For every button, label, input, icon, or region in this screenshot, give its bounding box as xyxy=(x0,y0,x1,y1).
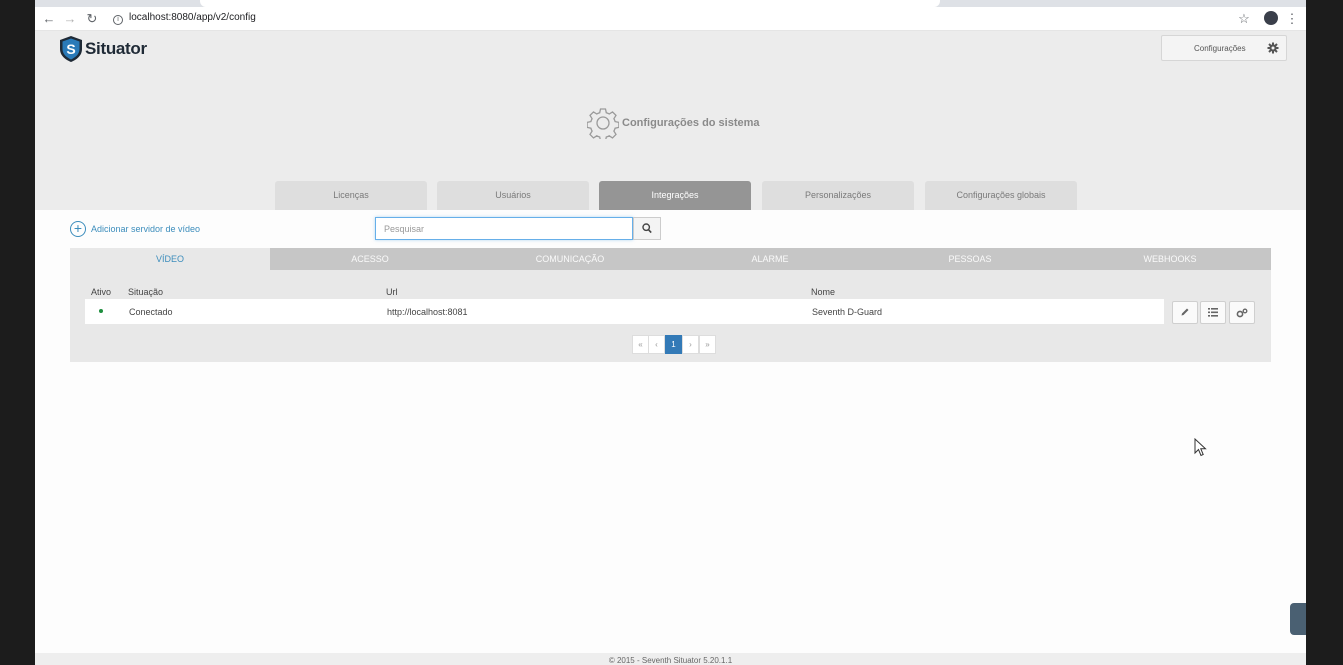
sub-tab-bar: VÍDEO ACESSO COMUNICAÇÃO ALARME PESSOAS … xyxy=(70,248,1271,270)
footer: © 2015 - Seventh Situator 5.20.1.1 xyxy=(35,653,1306,665)
gears-icon xyxy=(1236,308,1248,318)
tab-video[interactable]: VÍDEO xyxy=(70,248,270,270)
page-next-button[interactable]: › xyxy=(682,335,699,354)
table-row[interactable]: Conectado http://localhost:8081 Seventh … xyxy=(85,299,1164,324)
bookmark-star-icon[interactable]: ☆ xyxy=(1236,11,1252,27)
tab-configuracoes-globais[interactable]: Configurações globais xyxy=(925,181,1077,210)
settings-button[interactable] xyxy=(1229,301,1255,324)
tab-personalizacoes[interactable]: Personalizações xyxy=(762,181,914,210)
browser-window: ← → ↻ i localhost:8080/app/v2/config ☆ ⋮ … xyxy=(35,0,1306,665)
page-first-button[interactable]: « xyxy=(632,335,649,354)
plus-circle-icon: + xyxy=(70,221,86,237)
app-header: S Situator Configurações Configurações d… xyxy=(35,31,1306,210)
tab-webhooks[interactable]: WEBHOOKS xyxy=(1070,248,1270,270)
name-cell: Seventh D-Guard xyxy=(812,307,883,317)
page-prev-button[interactable]: ‹ xyxy=(648,335,665,354)
tab-usuarios[interactable]: Usuários xyxy=(437,181,589,210)
browser-tab[interactable] xyxy=(200,0,940,7)
logo-text: Situator xyxy=(85,39,147,58)
page-title-text: Configurações do sistema xyxy=(622,117,760,129)
browser-menu-icon[interactable]: ⋮ xyxy=(1284,11,1300,27)
column-header-situacao[interactable]: Situação xyxy=(128,287,163,297)
column-header-url[interactable]: Url xyxy=(386,287,398,297)
address-bar[interactable]: i localhost:8080/app/v2/config xyxy=(113,12,256,25)
status-cell: Conectado xyxy=(129,307,173,317)
configurations-label: Configurações xyxy=(1194,44,1246,53)
details-button[interactable] xyxy=(1200,301,1226,324)
page-last-button[interactable]: » xyxy=(699,335,716,354)
tab-integracoes[interactable]: Integrações xyxy=(599,181,751,210)
tab-comunicacao[interactable]: COMUNICAÇÃO xyxy=(470,248,670,270)
tab-acesso[interactable]: ACESSO xyxy=(270,248,470,270)
integrations-panel: VÍDEO ACESSO COMUNICAÇÃO ALARME PESSOAS … xyxy=(70,248,1271,362)
gear-outline-icon xyxy=(587,108,619,139)
svg-text:S: S xyxy=(66,41,75,57)
mouse-cursor-icon xyxy=(1194,438,1207,457)
search-button[interactable] xyxy=(633,217,661,240)
column-header-nome[interactable]: Nome xyxy=(811,287,835,297)
add-video-server-label: Adicionar servidor de vídeo xyxy=(91,224,201,234)
search-icon xyxy=(642,223,652,234)
browser-toolbar: ← → ↻ i localhost:8080/app/v2/config ☆ ⋮ xyxy=(35,7,1306,31)
list-icon xyxy=(1208,308,1218,317)
url-cell: http://localhost:8081 xyxy=(387,307,468,317)
column-header-ativo[interactable]: Ativo xyxy=(91,287,111,297)
back-icon[interactable]: ← xyxy=(41,11,57,27)
chat-widget-button[interactable] xyxy=(1290,603,1306,635)
page-current-button[interactable]: 1 xyxy=(665,335,682,354)
pencil-icon xyxy=(1181,308,1189,316)
tab-pessoas[interactable]: PESSOAS xyxy=(870,248,1070,270)
tab-alarme[interactable]: ALARME xyxy=(670,248,870,270)
search-input[interactable]: Pesquisar xyxy=(375,217,633,240)
gear-icon xyxy=(1267,42,1279,54)
edit-button[interactable] xyxy=(1172,301,1198,324)
shield-logo-icon: S xyxy=(60,36,82,62)
info-icon[interactable]: i xyxy=(113,15,123,25)
avatar[interactable] xyxy=(1264,11,1278,25)
browser-tabstrip xyxy=(35,0,1306,7)
tab-licencas[interactable]: Licenças xyxy=(275,181,427,210)
url-text: localhost:8080/app/v2/config xyxy=(129,12,256,23)
configurations-button[interactable]: Configurações xyxy=(1161,35,1287,61)
reload-icon[interactable]: ↻ xyxy=(84,11,100,27)
forward-icon[interactable]: → xyxy=(62,11,78,27)
status-active-indicator xyxy=(99,309,103,313)
